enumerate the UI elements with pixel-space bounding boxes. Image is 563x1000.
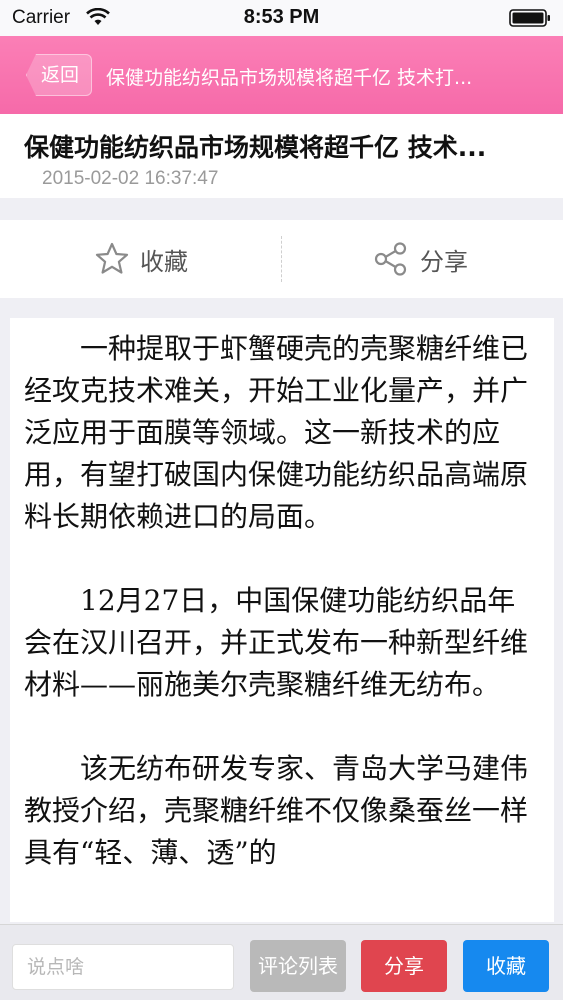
article-paragraph: 该无纺布研发专家、青岛大学马建伟教授介绍，壳聚糖纤维不仅像桑蚕丝一样具有“轻、薄… xyxy=(24,752,529,869)
action-row: 收藏 分享 xyxy=(0,220,563,298)
share-button[interactable]: 分享 xyxy=(361,940,447,992)
favorite-action-button[interactable]: 收藏 xyxy=(94,220,188,298)
article-timestamp: 2015-02-02 16:37:47 xyxy=(42,168,219,189)
article-header: 保健功能纺织品市场规模将超千亿 技术... 2015-02-02 16:37:4… xyxy=(0,114,563,198)
share-action-label: 分享 xyxy=(420,247,468,276)
article-paragraph: 12月27日，中国保健功能纺织品年会在汉川召开，并正式发布一种新型纤维材料——丽… xyxy=(24,584,529,701)
favorite-action-label: 收藏 xyxy=(140,247,188,276)
status-time: 8:53 PM xyxy=(243,6,320,28)
article-paragraph: 一种提取于虾蟹硬壳的壳聚糖纤维已经攻克技术难关，开始工业化量产，并广泛应用于面膜… xyxy=(24,332,529,533)
favorite-button[interactable]: 收藏 xyxy=(463,940,549,992)
battery-icon xyxy=(509,9,550,27)
nav-title: 保健功能纺织品市场规模将超千亿 技术打... xyxy=(106,67,473,89)
share-icon xyxy=(374,242,407,276)
article-content: 一种提取于虾蟹硬壳的壳聚糖纤维已经攻克技术难关，开始工业化量产，并广泛应用于面膜… xyxy=(10,318,554,922)
nav-bar: 返回 保健功能纺织品市场规模将超千亿 技术打... xyxy=(0,36,563,114)
comment-input[interactable] xyxy=(12,944,234,990)
star-icon xyxy=(95,242,129,274)
action-divider xyxy=(281,236,282,282)
share-action-button[interactable]: 分享 xyxy=(372,220,468,298)
article-title: 保健功能纺织品市场规模将超千亿 技术... xyxy=(24,133,487,162)
status-bar: Carrier 8:53 PM xyxy=(0,0,563,36)
back-button[interactable]: 返回 xyxy=(26,54,93,96)
bottom-bar: 评论列表 分享 收藏 xyxy=(0,924,563,1000)
comment-list-button[interactable]: 评论列表 xyxy=(250,940,346,992)
